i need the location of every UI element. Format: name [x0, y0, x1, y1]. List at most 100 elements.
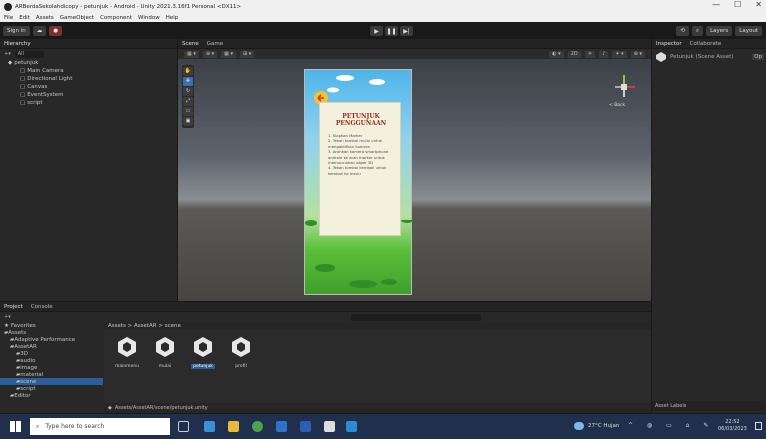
hierarchy-list: ◆ petunjuk ▢ Main Camera ▢ Directional Lig… [0, 59, 177, 107]
notification-icon[interactable] [755, 422, 762, 430]
layout-dropdown[interactable]: Layout [735, 26, 762, 36]
menu-assets[interactable]: Assets [36, 15, 54, 21]
windows-start-icon[interactable] [10, 421, 21, 432]
step-button[interactable]: ▶| [400, 26, 413, 36]
hierarchy-item[interactable]: ◆ petunjuk [0, 59, 177, 67]
asset-item[interactable]: mainmenu [112, 336, 142, 369]
menu-window[interactable]: Window [138, 15, 160, 21]
scene-view[interactable]: ✋ ✥ ↻ ⤢ ▭ ▣ PETUNJUK PENGGUNAAN 1. Siapk… [178, 59, 651, 301]
clock[interactable]: 22:52 06/03/2023 [718, 419, 747, 433]
pivot-dropdown[interactable]: ⊕ ▾ [202, 50, 218, 58]
project-folder-label: Adaptive Performance [14, 336, 76, 343]
snap-dropdown[interactable]: ⊞ ▾ [239, 50, 255, 58]
taskbar-search[interactable]: ⌕ Type here to search [30, 418, 170, 435]
hierarchy-item-label: script [27, 100, 43, 106]
tab-scene[interactable]: Scene [182, 41, 199, 47]
chrome-icon[interactable] [252, 421, 263, 432]
play-button[interactable]: ▶ [370, 26, 383, 36]
gizmos-dropdown[interactable]: ⊕ ▾ [630, 50, 645, 58]
unity-icon[interactable] [324, 421, 335, 432]
hierarchy-search[interactable]: All [14, 50, 44, 58]
project-folder[interactable]: ▰ 3D [0, 350, 103, 357]
project-folder[interactable]: ▰ material [0, 371, 103, 378]
explorer-icon[interactable] [228, 421, 239, 432]
rotate-tool-icon[interactable]: ↻ [183, 87, 193, 96]
project-folder[interactable]: ▰ script [0, 385, 103, 392]
add-asset-icon[interactable]: +▾ [4, 314, 11, 320]
render-mode-dropdown[interactable]: ◐ ▾ [549, 50, 564, 58]
asset-label: profil [235, 364, 247, 369]
lighting-toggle[interactable]: ☀ [584, 50, 596, 58]
draw-mode-dropdown[interactable]: ▦ ▾ [184, 50, 199, 58]
project-search-input[interactable] [350, 313, 481, 321]
store-icon[interactable] [204, 421, 215, 432]
project-folder[interactable]: ▰ Adaptive Performance [0, 336, 103, 343]
hierarchy-item[interactable]: ▢ script [0, 99, 177, 107]
taskbar-search-placeholder: Type here to search [45, 423, 105, 430]
move-tool-icon[interactable]: ✥ [183, 77, 193, 86]
project-folder[interactable]: ▰ image [0, 364, 103, 371]
project-folder[interactable]: ▰ AssetAR [0, 343, 103, 350]
project-folder[interactable]: ▰ Assets [0, 329, 103, 336]
pause-button[interactable]: ❚❚ [385, 26, 398, 36]
minimize-button[interactable]: — [712, 0, 720, 9]
mail-icon[interactable] [276, 421, 287, 432]
tab-hierarchy[interactable]: Hierarchy [4, 41, 31, 47]
menu-file[interactable]: File [4, 15, 13, 21]
search-icon[interactable]: ⌕ [692, 26, 704, 36]
scene-orientation-gizmo[interactable]: < Back [607, 73, 641, 113]
sign-in-button[interactable]: Sign in [3, 26, 30, 36]
breadcrumb[interactable]: Assets > AssetAR > scene [104, 322, 651, 330]
transform-tool-icon[interactable]: ▣ [183, 117, 193, 126]
cloud-icon[interactable]: ☁ [32, 26, 47, 36]
asset-path-bar: ◆ Assets/AssetAR/scene/petunjuk.unity [104, 403, 651, 413]
2d-toggle[interactable]: 2D [567, 50, 581, 58]
add-icon[interactable]: +▾ [4, 51, 11, 57]
project-folder[interactable]: ▰ Editor [0, 392, 103, 399]
menu-component[interactable]: Component [100, 15, 132, 21]
view-tool-icon[interactable]: ✋ [183, 67, 193, 76]
vscode-icon[interactable] [346, 421, 357, 432]
tab-inspector[interactable]: Inspector [656, 41, 682, 47]
history-icon[interactable]: ⟲ [676, 26, 689, 36]
gameobject-icon: ▢ [20, 92, 26, 98]
tab-game[interactable]: Game [207, 41, 223, 47]
asset-item[interactable]: profil [226, 336, 256, 369]
fx-dropdown[interactable]: ✦ ▾ [612, 50, 627, 58]
inspector-tabbar: Inspector Collaborate [652, 39, 766, 49]
task-view-icon[interactable] [178, 421, 189, 432]
hierarchy-item[interactable]: ▢ Directional Light [0, 75, 177, 83]
weather-text[interactable]: 27°C Hujan [588, 423, 619, 429]
asset-labels[interactable]: Asset Labels [655, 403, 686, 409]
hierarchy-item[interactable]: ▢ Main Camera [0, 67, 177, 75]
hierarchy-item[interactable]: ▢ EventSystem [0, 91, 177, 99]
menu-gameobject[interactable]: GameObject [60, 15, 94, 21]
menu-edit[interactable]: Edit [19, 15, 30, 21]
asset-label: mainmenu [114, 364, 140, 369]
layers-dropdown[interactable]: Layers [706, 26, 733, 36]
asset-item[interactable]: petunjuk [188, 336, 218, 369]
scale-tool-icon[interactable]: ⤢ [183, 97, 193, 106]
rect-tool-icon[interactable]: ▭ [183, 107, 193, 116]
maximize-button[interactable]: ☐ [734, 0, 741, 9]
tray-icons[interactable]: ^ ◍ ▭ ⌂ ✎ [628, 422, 714, 429]
project-folder[interactable]: ▰ audio [0, 357, 103, 364]
project-folder[interactable]: ▰ scene [0, 378, 103, 385]
open-button[interactable]: Op [752, 54, 764, 60]
project-sidebar: ★ Favorites ▰ Assets ▰ Adaptive Performan… [0, 322, 103, 413]
grid-dropdown[interactable]: ▦ ▾ [221, 50, 236, 58]
hierarchy-item-label: EventSystem [27, 92, 64, 98]
word-icon[interactable] [300, 421, 311, 432]
tab-project[interactable]: Project [4, 304, 23, 310]
close-button[interactable]: ✕ [755, 0, 762, 9]
tab-console[interactable]: Console [31, 304, 53, 310]
hierarchy-item[interactable]: ▢ Canvas [0, 83, 177, 91]
gizmo-label[interactable]: < Back [609, 103, 625, 108]
game-canvas-preview[interactable]: PETUNJUK PENGGUNAAN 1. Siapkan Marker 2.… [304, 69, 413, 295]
audio-toggle[interactable]: ♪ [599, 50, 609, 58]
tab-collaborate[interactable]: Collaborate [690, 41, 722, 47]
collab-icon[interactable]: ● [49, 26, 63, 36]
menu-help[interactable]: Help [166, 15, 179, 21]
favorites-item[interactable]: ★ Favorites [0, 322, 103, 329]
asset-item[interactable]: mulai [150, 336, 180, 369]
